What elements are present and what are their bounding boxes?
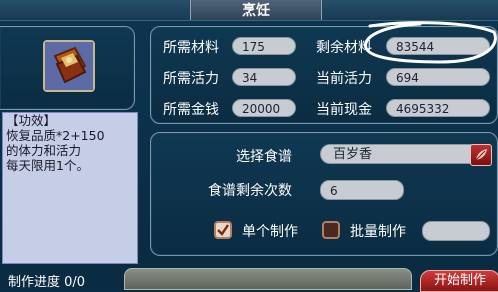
- remaining-uses-label: 食谱剩余次数: [208, 183, 292, 199]
- description-line: 的体力和活力: [6, 143, 82, 158]
- current-vitality-label: 当前活力: [316, 71, 372, 87]
- item-description: 【功效】 恢复品质*2+150 的体力和活力 每天限用1个。: [2, 112, 138, 264]
- recipe-select[interactable]: 百岁香: [320, 144, 488, 164]
- batch-craft-checkbox[interactable]: [322, 221, 340, 239]
- current-cash-label: 当前现金: [316, 102, 372, 118]
- single-craft-checkbox[interactable]: [214, 221, 232, 239]
- checkmark-icon: [217, 224, 229, 236]
- craft-progress-label: 制作进度 0/0: [8, 275, 86, 290]
- start-craft-button[interactable]: 开始制作: [420, 270, 498, 292]
- remaining-material-value: 83544: [386, 37, 490, 55]
- current-cash-value: 4695332: [386, 99, 490, 117]
- description-line: 每天限用1个。: [6, 158, 89, 173]
- select-recipe-label: 选择食谱: [236, 149, 292, 165]
- remaining-material-label: 剩余材料: [316, 40, 372, 56]
- remaining-uses-value: 6: [320, 180, 404, 200]
- required-money-value: 20000: [232, 99, 296, 117]
- leaf-icon: [475, 149, 487, 161]
- required-vitality-label: 所需活力: [163, 71, 219, 87]
- current-vitality-value: 694: [386, 68, 490, 86]
- window-title: 烹饪: [190, 0, 322, 20]
- required-material-value: 175: [232, 37, 296, 55]
- recipe-dropdown-button[interactable]: [470, 144, 492, 166]
- single-craft-label: 单个制作: [242, 224, 298, 240]
- required-vitality-value: 34: [232, 68, 296, 86]
- batch-craft-label: 批量制作: [350, 224, 406, 240]
- description-line: 恢复品质*2+150: [6, 128, 105, 143]
- recipe-book-icon: [43, 40, 95, 92]
- required-material-label: 所需材料: [163, 40, 219, 56]
- description-line: 【功效】: [6, 113, 57, 128]
- craft-progress-bar: [124, 268, 412, 290]
- required-money-label: 所需金钱: [163, 102, 219, 118]
- cooking-window: 烹饪 【功效】 恢复品质*2+150 的体力和活力 每天限用1个。 所需材料 1…: [0, 0, 498, 292]
- batch-count-input[interactable]: [422, 221, 490, 241]
- title-bar: 烹饪: [0, 0, 498, 21]
